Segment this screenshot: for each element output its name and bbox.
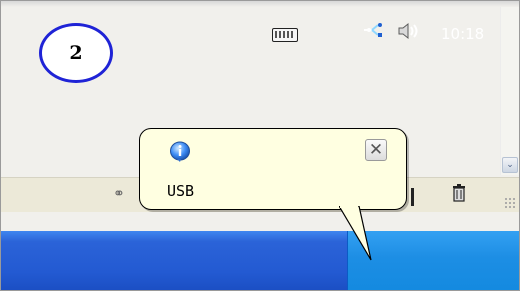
taskbar-clock[interactable]: 10:18	[441, 25, 484, 43]
vertical-scrollbar[interactable]: ⌄	[500, 7, 519, 175]
chain-icon: ⚭	[113, 186, 125, 202]
close-button[interactable]: ✕	[365, 139, 387, 161]
balloon-tail	[339, 206, 372, 261]
close-icon: ✕	[368, 139, 384, 160]
taskbar	[1, 231, 519, 290]
window-top-edge	[1, 1, 519, 7]
step-number-callout: 2	[39, 23, 113, 83]
trash-icon[interactable]	[452, 184, 466, 202]
speaker-icon[interactable]	[395, 21, 423, 41]
scroll-down-button[interactable]: ⌄	[502, 157, 518, 173]
keyboard-icon[interactable]	[272, 28, 298, 42]
info-icon	[170, 141, 190, 162]
usb-tray-icon[interactable]	[363, 22, 385, 38]
step-number: 2	[69, 42, 83, 64]
screenshot-frame: ⌄ ⚭ 2 10:18 ✕ USB	[0, 0, 520, 291]
resize-grip[interactable]	[504, 197, 516, 209]
balloon-message: USB	[167, 182, 195, 200]
status-divider	[411, 188, 414, 206]
